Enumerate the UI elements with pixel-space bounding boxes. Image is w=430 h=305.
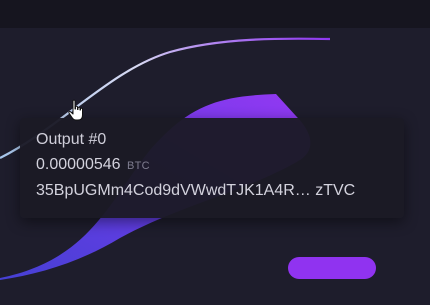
tooltip-address: 35BpUGMm4Cod9dVWwdTJK1A4R… zTVC (36, 182, 356, 199)
tooltip-amount: 0.00000546 (36, 156, 121, 173)
tooltip-title: Output #0 (36, 131, 107, 148)
output-flow-bar[interactable] (288, 257, 376, 279)
tooltip-unit: BTC (126, 160, 150, 172)
output-tooltip: Output #0 0.00000546 BTC 35BpUGMm4Cod9dV… (20, 118, 404, 218)
tooltip-amount-row: 0.00000546 BTC (36, 155, 388, 176)
hand-pointer-icon (68, 99, 83, 121)
